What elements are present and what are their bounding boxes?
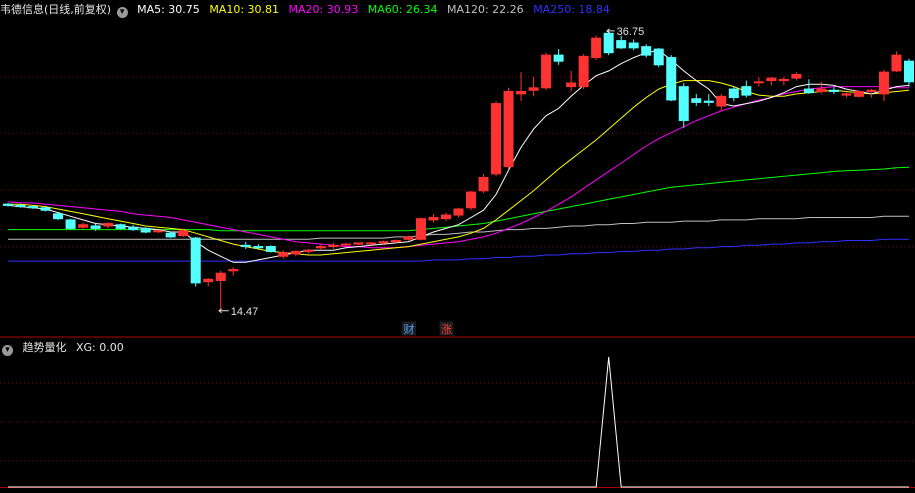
candle-up	[428, 216, 439, 221]
candle-down	[165, 232, 176, 238]
candle-down	[65, 219, 76, 229]
candle-up	[78, 224, 89, 228]
candle-down	[703, 100, 714, 103]
candle-up	[891, 54, 902, 72]
candle-down	[128, 226, 139, 231]
candle-down	[253, 246, 264, 249]
candle-up	[516, 90, 527, 95]
event-badge-text: 涨	[441, 323, 452, 336]
ma250-label: MA250: 18.84	[533, 3, 610, 16]
candle-up	[278, 252, 289, 257]
candle-up	[353, 242, 364, 245]
ma20-line	[7, 86, 909, 249]
candle-down	[15, 204, 26, 208]
stock-chart-window: 36.75 14.47 财 涨 韦德信息(日线,前复权) ▾ MA5: 30.75 M…	[0, 0, 915, 493]
candle-up	[365, 242, 376, 245]
xg-value: XG: 0.00	[76, 341, 124, 354]
candle-up	[378, 241, 389, 244]
candle-up	[203, 278, 214, 283]
candle-up	[340, 243, 351, 246]
candle-up	[578, 55, 589, 88]
candle-up	[791, 74, 802, 79]
candle-up	[440, 214, 451, 220]
ma250-line	[8, 238, 909, 262]
candle-up	[753, 81, 764, 84]
candle-up	[541, 54, 552, 89]
candle-up	[153, 230, 164, 233]
candle-up	[103, 223, 114, 227]
candle-up	[503, 90, 514, 168]
candle-up	[178, 230, 189, 237]
settings-gear-icon[interactable]: ▾	[116, 7, 128, 18]
candle-down	[190, 237, 201, 284]
candle-down	[28, 206, 39, 209]
candle-down	[691, 98, 702, 103]
candle-down	[828, 89, 839, 92]
candle-up	[766, 77, 777, 82]
candle-down	[653, 48, 664, 66]
candle-down	[728, 88, 739, 99]
ma20-label: MA20: 30.93	[288, 3, 359, 16]
candle-up	[478, 177, 489, 192]
candle-down	[53, 213, 64, 220]
candle-up	[866, 89, 877, 92]
candle-down	[666, 57, 677, 101]
candle-up	[328, 244, 339, 248]
candle-down	[628, 42, 639, 49]
low-arrow-icon	[218, 308, 229, 314]
ma60-label: MA60: 26.34	[367, 3, 438, 16]
candle-down	[2, 203, 14, 206]
candle-up	[878, 71, 889, 95]
ma120-label: MA120: 22.26	[446, 3, 524, 16]
candle-down	[741, 86, 752, 96]
candle-up	[853, 90, 864, 97]
candle-down	[115, 224, 126, 229]
candle-down	[90, 225, 101, 229]
ma5-label: MA5: 30.75	[137, 3, 200, 16]
main-panel-legend: 韦德信息(日线,前复权) ▾ MA5: 30.75 MA10: 30.81 MA…	[0, 1, 616, 19]
candle-up	[315, 246, 326, 249]
chart-canvas[interactable]: 36.75 14.47 财 涨	[0, 0, 915, 493]
candle-up	[466, 191, 477, 209]
candle-up	[841, 93, 852, 96]
stock-title: 韦德信息(日线,前复权)	[0, 3, 112, 16]
candle-up	[403, 236, 414, 240]
candle-down	[553, 54, 564, 62]
candle-down	[240, 244, 251, 248]
candle-down	[265, 246, 276, 252]
indicator-name: 趋势量化	[22, 341, 67, 354]
candle-up	[228, 269, 239, 272]
high-arrow-icon	[606, 28, 615, 34]
candle-up	[415, 218, 426, 240]
low-price-label: 14.47	[231, 306, 259, 318]
candle-down	[903, 60, 915, 83]
indicator-panel-legend: ▾ 趋势量化 XG: 0.00	[0, 339, 130, 357]
candle-down	[678, 86, 689, 122]
candle-up	[290, 250, 301, 255]
candle-up	[716, 95, 727, 107]
candle-down	[40, 207, 51, 211]
candle-up	[566, 82, 577, 88]
indicator-settings-gear-icon[interactable]: ▾	[2, 345, 13, 356]
candle-up	[453, 208, 464, 216]
candle-up	[215, 272, 226, 281]
candle-down	[803, 88, 814, 94]
ma10-label: MA10: 30.81	[209, 3, 280, 16]
candle-up	[491, 103, 502, 175]
candle-up	[591, 37, 602, 59]
candle-up	[778, 78, 789, 82]
candle-up	[390, 240, 401, 243]
candle-up	[816, 88, 827, 92]
candle-down	[140, 227, 151, 233]
high-price-label: 36.75	[617, 26, 645, 38]
ma60-line	[8, 166, 910, 232]
candle-down	[603, 32, 614, 54]
candle-up	[528, 87, 539, 91]
event-badge-text: 财	[403, 322, 414, 336]
candle-down	[616, 40, 627, 49]
candle-up	[303, 249, 314, 252]
xg-signal-line	[8, 356, 909, 488]
candle-down	[641, 46, 652, 56]
